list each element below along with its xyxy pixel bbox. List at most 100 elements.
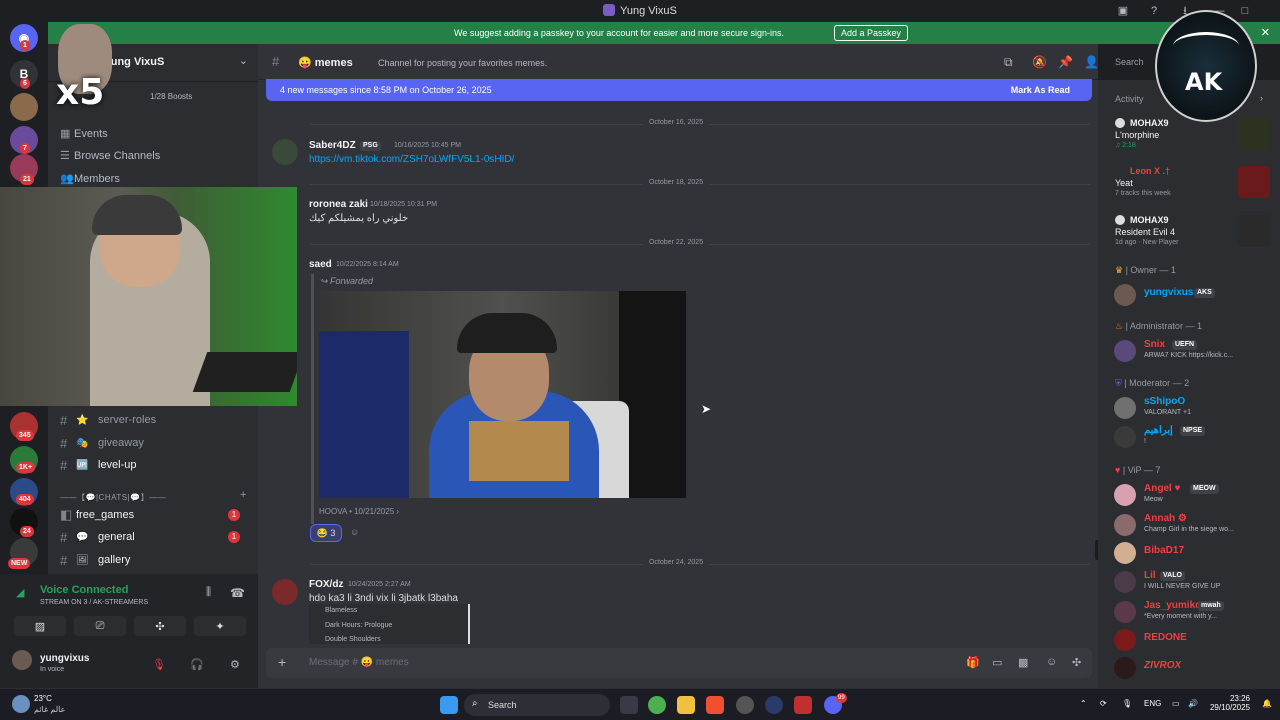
activity-item[interactable]: Leon X .† Yeat 7 tracks this week bbox=[1114, 164, 1274, 206]
weather-icon[interactable] bbox=[12, 695, 30, 713]
member-item[interactable]: Snix UEFN ARWA7 KICK https://kick.c... bbox=[1114, 338, 1274, 362]
activity-item[interactable]: MOHAX9 L'morphine ♫ 2:18 bbox=[1114, 116, 1274, 158]
app-icon[interactable] bbox=[736, 696, 754, 714]
sticker-icon[interactable]: ▩ bbox=[1018, 656, 1028, 669]
pin-icon[interactable]: 📌 bbox=[1058, 55, 1073, 69]
disconnect-icon[interactable]: ☎ bbox=[230, 586, 245, 600]
server-boosts[interactable]: 1/28 Boosts bbox=[150, 92, 192, 101]
activity-item[interactable]: MOHAX9 Resident Evil 4 1d ago · New Play… bbox=[1114, 213, 1274, 255]
wifi-icon[interactable]: ▭ bbox=[1172, 699, 1180, 708]
clock[interactable]: 23:26 29/10/2025 bbox=[1208, 694, 1250, 712]
channel-server-roles[interactable]: # ⭐ server-roles bbox=[60, 410, 250, 430]
gift-icon[interactable]: 🎁 bbox=[966, 656, 980, 669]
message-author[interactable]: saed bbox=[309, 259, 332, 270]
notification-bell-icon[interactable]: 🔕 bbox=[1032, 55, 1047, 69]
members-link[interactable]: 👥Members bbox=[60, 172, 120, 185]
add-channel-icon[interactable]: + bbox=[240, 489, 246, 501]
video-attachment[interactable] bbox=[319, 291, 686, 498]
member-item[interactable]: BibaD17 bbox=[1114, 540, 1274, 564]
member-item[interactable]: Annah ⚙ Champ Girl in the siege wo... bbox=[1114, 512, 1274, 536]
task-view-icon[interactable] bbox=[620, 696, 638, 714]
server-icon[interactable] bbox=[10, 93, 38, 121]
camera-off-button[interactable]: ▨ bbox=[14, 616, 66, 636]
windows-start-icon[interactable] bbox=[440, 696, 458, 714]
avatar bbox=[1114, 514, 1136, 536]
threads-icon[interactable]: ⧉ bbox=[1004, 55, 1013, 70]
chevron-up-icon[interactable]: ⌃ bbox=[1080, 699, 1087, 708]
language-indicator[interactable]: ENG bbox=[1144, 699, 1161, 708]
group-header: ♥ | ViP — 7 bbox=[1115, 465, 1161, 475]
notification-icon[interactable]: 🔔 bbox=[1262, 699, 1272, 708]
fire-icon: ♨ bbox=[1115, 321, 1124, 331]
message-composer[interactable]: + Message # 😛 memes 🎁 ▭ ▩ ☺ ✣ bbox=[266, 648, 1092, 678]
message-time: 10/24/2025 2:27 AM bbox=[348, 581, 411, 588]
help-icon[interactable]: ? bbox=[1147, 4, 1161, 18]
deafen-icon[interactable]: 🎧 bbox=[190, 658, 204, 671]
apps-icon[interactable]: ✣ bbox=[1072, 656, 1081, 669]
channel-general[interactable]: # 💬 general 1 bbox=[60, 527, 250, 547]
member-item[interactable]: Angel ♥ MEOW Meow bbox=[1114, 482, 1274, 506]
avatar bbox=[1114, 601, 1136, 623]
screen-share-button[interactable]: ⎚ bbox=[74, 616, 126, 636]
volume-icon[interactable]: 🔊 bbox=[1188, 699, 1198, 708]
soundboard-button[interactable]: ✦ bbox=[194, 616, 246, 636]
group-header: ♨ | Administrator — 1 bbox=[1115, 321, 1202, 331]
gif-icon[interactable]: ▭ bbox=[992, 656, 1002, 669]
add-attachment-icon[interactable]: + bbox=[278, 654, 286, 670]
chevron-right-icon[interactable]: › bbox=[1260, 93, 1263, 103]
file-explorer-icon[interactable] bbox=[677, 696, 695, 714]
avatar[interactable] bbox=[272, 579, 298, 605]
member-item[interactable]: ZIVROX bbox=[1114, 655, 1274, 679]
passkey-text: We suggest adding a passkey to your acco… bbox=[454, 28, 785, 38]
message-author[interactable]: Saber4DZ bbox=[309, 140, 356, 151]
app-icon[interactable] bbox=[794, 696, 812, 714]
embed-preview[interactable]: Blameless Dark Hours: Prologue Double Sh… bbox=[309, 604, 470, 644]
browse-channels-link[interactable]: ☰ Browse Channels bbox=[60, 149, 160, 162]
taskbar-search[interactable]: ⌕ Search bbox=[464, 694, 610, 716]
channel-free-games[interactable]: ◧ free_games 1 bbox=[60, 505, 250, 525]
member-item[interactable]: yungvixus AKS bbox=[1114, 282, 1274, 306]
brave-icon[interactable] bbox=[706, 696, 724, 714]
chrome-icon[interactable] bbox=[648, 696, 666, 714]
member-item[interactable]: Jas_yumiko mwah *Every moment with y... bbox=[1114, 599, 1274, 623]
activities-button[interactable]: ✣ bbox=[134, 616, 186, 636]
forward-source[interactable]: HOOVA • 10/21/2025 › bbox=[319, 507, 399, 516]
app-icon[interactable] bbox=[765, 696, 783, 714]
forwarded-label: ↪ Forwarded bbox=[320, 276, 374, 286]
channel-topic[interactable]: Channel for posting your favorites memes… bbox=[378, 58, 547, 68]
chevron-down-icon[interactable]: ⌄ bbox=[239, 54, 248, 67]
add-reaction-icon[interactable]: ☺ bbox=[350, 527, 364, 539]
message-input[interactable]: Message # 😛 memes bbox=[309, 657, 409, 668]
member-list-icon[interactable]: 👤 bbox=[1084, 55, 1099, 69]
member-item[interactable]: sShipoO VALORANT +1 bbox=[1114, 395, 1274, 419]
close-icon[interactable]: ✕ bbox=[1261, 26, 1270, 39]
maximize-icon[interactable]: □ bbox=[1238, 4, 1252, 18]
avatar[interactable] bbox=[12, 650, 32, 670]
message-author[interactable]: roronea zaki bbox=[309, 199, 368, 210]
settings-gear-icon[interactable]: ⚙ bbox=[230, 658, 240, 671]
new-messages-bar[interactable]: 4 new messages since 8:58 PM on October … bbox=[266, 79, 1092, 101]
inbox-icon[interactable]: ▣ bbox=[1116, 4, 1130, 18]
emoji-icon[interactable]: ☺ bbox=[1046, 656, 1057, 668]
reaction[interactable]: 😂 3 bbox=[310, 524, 342, 542]
channel-gallery[interactable]: # 🖼 gallery bbox=[60, 550, 250, 570]
mark-as-read-button[interactable]: Mark As Read bbox=[1011, 85, 1070, 95]
noise-suppression-icon[interactable]: ⫼ bbox=[206, 586, 211, 599]
heart-icon: ♥ bbox=[1115, 465, 1121, 475]
category-chats[interactable]: ——【💬|CHATS|💬】—— bbox=[60, 492, 166, 503]
events-link[interactable]: ▦ Events bbox=[60, 127, 108, 140]
mute-icon[interactable]: 🎙 bbox=[152, 658, 166, 671]
mic-icon[interactable]: 🎙 bbox=[1122, 699, 1132, 708]
avatar[interactable] bbox=[272, 139, 298, 165]
member-item[interactable]: Lil VALO I WILL NEVER GIVE UP bbox=[1114, 569, 1274, 593]
member-item[interactable]: REDONE bbox=[1114, 627, 1274, 651]
message-link[interactable]: https://vm.tiktok.com/ZSH7oLWfFV5L1-0sHI… bbox=[309, 154, 514, 165]
add-passkey-button[interactable]: Add a Passkey bbox=[834, 25, 909, 41]
message-author[interactable]: FOX/dz bbox=[309, 579, 343, 590]
channel-giveaway[interactable]: # 🎭 giveaway bbox=[60, 433, 250, 453]
voice-connected-label[interactable]: Voice Connected bbox=[40, 584, 128, 596]
channel-level-up[interactable]: # 🆙 level-up bbox=[60, 455, 250, 475]
member-item[interactable]: إبراهيم NPSE ! bbox=[1114, 424, 1274, 448]
network-icon[interactable]: ⟳ bbox=[1100, 699, 1107, 708]
weather-temp[interactable]: 23°C bbox=[34, 694, 52, 703]
